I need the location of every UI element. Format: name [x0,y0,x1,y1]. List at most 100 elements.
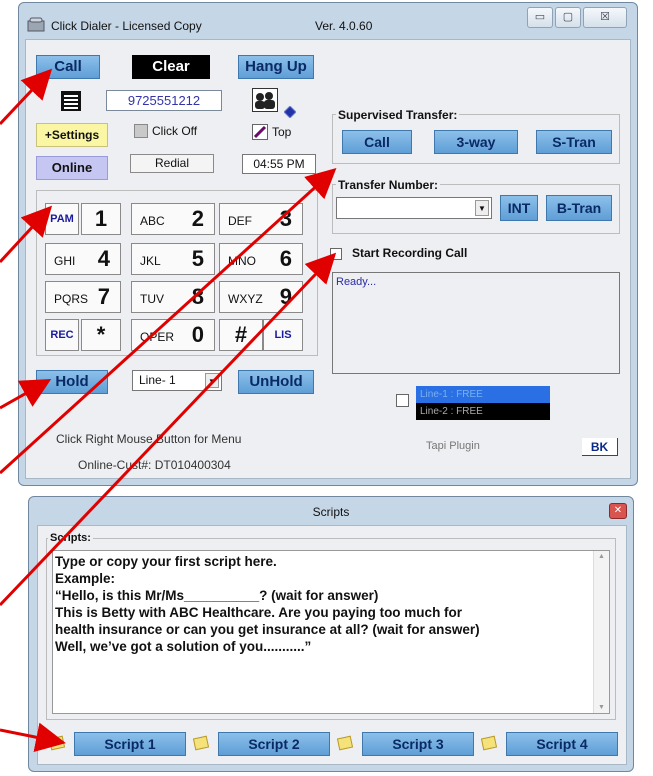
script-1-button[interactable]: Script 1 [74,732,186,756]
key-6[interactable]: MNO 6 [219,243,303,275]
contacts-icon[interactable] [252,88,278,112]
bk-button[interactable]: BK [582,438,618,456]
scroll-up-icon[interactable]: ▲ [598,553,605,560]
script-scrollbar[interactable]: ▲ ▼ [593,551,609,713]
supervised-call-button[interactable]: Call [342,130,412,154]
key-digit: 5 [191,246,204,271]
script-4-button[interactable]: Script 4 [506,732,618,756]
line-2-status[interactable]: Line-2 : FREE [416,403,550,420]
key-hash[interactable]: # [219,319,263,351]
key-0[interactable]: OPER 0 [131,319,215,351]
scripts-window-title: Scripts [312,505,350,519]
call-button[interactable]: Call [36,55,100,79]
lines-checkbox[interactable] [396,394,409,407]
key-4[interactable]: GHI 4 [45,243,121,275]
script-text-line: Type or copy your first script here. [55,554,277,569]
int-button[interactable]: INT [500,195,538,221]
minimize-button[interactable]: ▭ [527,7,553,28]
click-off-checkbox[interactable] [134,124,148,138]
key-letters: OPER [140,330,175,344]
phone-app-icon [27,17,45,32]
tapi-plugin-label: Tapi Plugin [426,440,480,452]
b-tran-button[interactable]: B-Tran [546,195,612,221]
key-label: LIS [274,329,292,341]
key-digit: 2 [191,206,204,231]
key-2[interactable]: ABC 2 [131,203,215,235]
key-7[interactable]: PQRS 7 [45,281,121,313]
settings-button[interactable]: +Settings [36,123,108,147]
version-label: Ver. 4.0.60 [315,19,373,33]
key-8[interactable]: TUV 8 [131,281,215,313]
scroll-down-icon[interactable]: ▼ [598,704,605,711]
key-9[interactable]: WXYZ 9 [219,281,303,313]
redial-button[interactable]: Redial [130,154,214,173]
script-note-icon[interactable] [192,735,210,751]
close-button[interactable]: ☒ [583,7,627,28]
key-letters: MNO [228,254,256,268]
notepad-icon[interactable] [60,90,82,112]
key-digit: 1 [94,206,108,231]
script-text-line: This is Betty with ABC Healthcare. Are y… [55,605,463,620]
keypad: PAM 1 ABC 2 DEF 3 GHI 4 JKL 5 MNO 6 PQRS 7 TUV 8 WXYZ 9 RE… [36,190,318,356]
key-letters: TUV [140,292,164,306]
transfer-dropdown-icon[interactable]: ▼ [475,200,489,216]
script-note-icon[interactable] [336,735,354,751]
clear-button[interactable]: Clear [132,55,210,79]
line-1-status[interactable]: Line-1 : FREE [416,386,550,403]
hang-up-button[interactable]: Hang Up [238,55,314,79]
key-star[interactable]: * [81,319,121,351]
script-text: Type or copy your first script here. Exam… [55,553,585,655]
script-note-icon[interactable] [480,735,498,751]
script-text-line: health insurance or can you get insuranc… [55,622,480,637]
key-letters: ABC [140,214,165,228]
hold-button[interactable]: Hold [36,370,108,394]
line-select[interactable]: Line- 1 ▼ [132,370,222,391]
script-textarea[interactable]: Type or copy your first script here. Exam… [52,550,610,714]
scripts-client-area: Scripts: Type or copy your first script … [37,525,627,765]
unhold-button[interactable]: UnHold [238,370,314,394]
key-digit: 4 [97,246,110,271]
status-log: Ready... [332,272,620,374]
top-label: Top [272,125,292,139]
s-tran-button[interactable]: S-Tran [536,130,612,154]
dialer-client-area: Call Clear Hang Up 9725551212 +Settings … [25,39,631,479]
script-2-button[interactable]: Script 2 [218,732,330,756]
three-way-button[interactable]: 3-way [434,130,518,154]
key-pam[interactable]: PAM [45,203,79,235]
recording-checkbox[interactable] [330,248,342,260]
key-5[interactable]: JKL 5 [131,243,215,275]
key-digit: 3 [279,206,292,231]
key-digit: # [234,322,248,347]
scripts-group-label: Scripts: [48,532,93,544]
key-1[interactable]: 1 [81,203,121,235]
top-checkbox[interactable] [252,124,268,140]
script-text-line: Well, we’ve got a solution of you.......… [55,639,312,654]
chevron-down-icon[interactable]: ▼ [205,373,219,388]
scripts-close-button[interactable]: ✕ [609,503,627,519]
maximize-button[interactable]: ▢ [555,7,581,28]
click-off-label: Click Off [152,124,198,138]
phone-number-input[interactable]: 9725551212 [106,90,222,111]
clock-display: 04:55 PM [242,154,316,174]
diamond-icon[interactable] [284,106,296,118]
script-note-icon[interactable] [48,735,66,751]
scripts-window: Scripts ✕ Scripts: Type or copy your fir… [28,496,634,772]
transfer-number-label: Transfer Number: [336,178,441,192]
key-digit: 9 [279,284,292,309]
key-digit: 7 [97,284,110,309]
transfer-number-input[interactable]: ▼ [336,197,492,219]
key-digit: 0 [191,322,204,347]
script-text-line: “Hello, is this Mr/Ms__________? (wait f… [55,588,379,603]
menu-hint: Click Right Mouse Button for Menu [56,432,242,446]
key-label: PAM [50,213,74,225]
key-label: REC [50,329,74,341]
script-3-button[interactable]: Script 3 [362,732,474,756]
key-rec[interactable]: REC [45,319,79,351]
window-title: Click Dialer - Licensed Copy [51,19,202,33]
recording-label: Start Recording Call [352,246,468,260]
customer-number: Online-Cust#: DT010400304 [78,458,231,472]
supervised-transfer-label: Supervised Transfer: [336,108,460,122]
key-lis[interactable]: LIS [263,319,303,351]
key-3[interactable]: DEF 3 [219,203,303,235]
key-letters: WXYZ [228,292,263,306]
